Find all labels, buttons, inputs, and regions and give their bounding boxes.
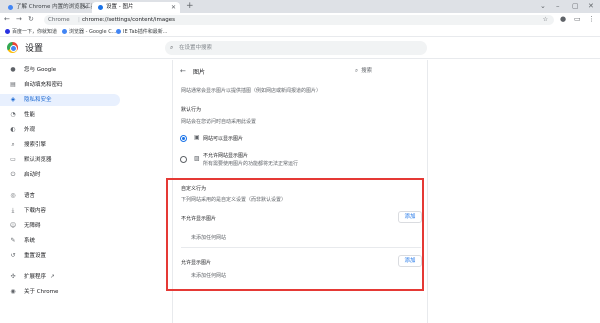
sidebar-item-languages[interactable]: ◎ 语言 xyxy=(0,190,120,202)
sidebar-item-appearance[interactable]: ◐ 外观 xyxy=(0,124,120,136)
tab-chrome-tools[interactable]: 了解 Chrome 内置的浏览器工具 ✕ xyxy=(2,2,92,13)
default-heading: 默认行为 xyxy=(181,107,202,113)
option-block-subtitle: 所有需要使用图片的功能都将无法正常运行 xyxy=(203,161,299,167)
sidebar-item-system[interactable]: ✎ 系统 xyxy=(0,235,120,247)
settings-sidebar: ● 您与 Google ▤ 自动填充和密码 ◈ 隐私和安全 ◔ 性能 ◐ 外观 ⌕ 搜索引擎… xyxy=(0,60,120,323)
settings-title: 设置 xyxy=(25,44,44,54)
sidebar-item-about[interactable]: ◉ 关于 Chrome xyxy=(0,286,120,298)
browser-icon: ▭ xyxy=(10,156,16,163)
tab-title: 设置 - 图片 xyxy=(106,4,134,10)
sidebar-item-privacy[interactable]: ◈ 隐私和安全 xyxy=(0,94,120,106)
chrome-icon: ◉ xyxy=(10,288,16,295)
image-icon: ▣ xyxy=(194,134,200,141)
menu-icon[interactable]: ⋮ xyxy=(588,15,595,23)
sidebar-item-search-engine[interactable]: ⌕ 搜索引擎 xyxy=(0,139,120,151)
profile-icon[interactable]: ● xyxy=(560,15,566,23)
tab-title: 了解 Chrome 内置的浏览器工具 xyxy=(16,4,92,10)
search-placeholder: 在设置中搜索 xyxy=(179,45,213,51)
close-icon[interactable]: ✕ xyxy=(83,2,88,13)
reset-icon: ↺ xyxy=(10,252,16,259)
reload-icon[interactable]: ↻ xyxy=(28,15,34,23)
bookmark-baidu[interactable]: 百度一下，你就知道 xyxy=(5,28,57,36)
back-arrow-icon[interactable]: ← xyxy=(180,67,186,75)
search-icon: ⌕ xyxy=(170,44,174,51)
sidebar-item-autofill[interactable]: ▤ 自动填充和密码 xyxy=(0,79,120,91)
power-icon: ⏻ xyxy=(10,171,16,178)
radio-block[interactable] xyxy=(180,156,187,163)
page-description: 网站通常会显示图片以提供插图（例如网店或新闻报道的图片） xyxy=(181,88,322,94)
shield-icon: ◈ xyxy=(10,96,16,103)
search-icon: ⌕ xyxy=(11,141,15,148)
bookmark-google[interactable]: 浏览器 - Google C... xyxy=(62,28,116,36)
autofill-icon: ▤ xyxy=(10,81,16,88)
baidu-icon xyxy=(5,28,10,34)
globe-icon: ◎ xyxy=(10,192,16,199)
palette-icon: ◐ xyxy=(10,126,16,133)
bookmarks-bar: 百度一下，你就知道 浏览器 - Google C... IE Tab插件和最新.… xyxy=(0,27,600,37)
sidebar-item-reset[interactable]: ↺ 重置设置 xyxy=(0,250,120,262)
search-icon: ⌕ xyxy=(355,68,359,74)
download-icon: ⤓ xyxy=(11,207,15,214)
tab-settings-images[interactable]: 设置 - 图片 ✕ xyxy=(92,2,180,13)
extensions-icon[interactable]: ▭ xyxy=(574,15,581,23)
sidebar-item-extensions[interactable]: ✣ 扩展程序 ↗ xyxy=(0,271,120,283)
minimize-icon[interactable]: – xyxy=(556,0,560,13)
settings-header: 设置 ⌕ 在设置中搜索 xyxy=(0,37,600,59)
page-search-input[interactable]: ⌕ 搜索 xyxy=(355,66,372,75)
sidebar-item-performance[interactable]: ◔ 性能 xyxy=(0,109,120,121)
sidebar-item-accessibility[interactable]: ☺ 无障碍 xyxy=(0,220,120,232)
default-subtitle: 网站会在您访问时自动采用此设置 xyxy=(181,119,257,125)
address-bar[interactable]: Chrome | chrome://settings/content/image… xyxy=(44,15,554,25)
close-icon[interactable]: ✕ xyxy=(171,2,176,13)
page-title: 图片 xyxy=(193,69,206,76)
sidebar-item-default-browser[interactable]: ▭ 默认浏览器 xyxy=(0,154,120,166)
sidebar-item-you-and-google[interactable]: ● 您与 Google xyxy=(0,64,120,76)
option-block-label: 不允许网站显示图片 xyxy=(203,153,249,159)
url-separator: | xyxy=(78,17,80,23)
external-link-icon: ↗ xyxy=(50,274,55,280)
option-allow-label: 网站可以显示图片 xyxy=(203,136,244,142)
google-icon xyxy=(62,28,67,34)
url-text: chrome://settings/content/images xyxy=(82,17,176,23)
tab-favicon-icon xyxy=(8,5,13,10)
wrench-icon: ✎ xyxy=(10,237,16,244)
radio-allow[interactable] xyxy=(180,135,187,142)
accessibility-icon: ☺ xyxy=(9,222,17,229)
highlight-box xyxy=(166,178,424,291)
site-label: Chrome xyxy=(48,17,70,23)
puzzle-icon: ✣ xyxy=(10,273,16,280)
forward-icon[interactable]: → xyxy=(16,15,22,23)
sidebar-item-downloads[interactable]: ⤓ 下载内容 xyxy=(0,205,120,217)
ietab-icon xyxy=(116,28,121,34)
tab-search-icon[interactable]: ⌄ xyxy=(540,0,546,13)
image-off-icon: ▨ xyxy=(194,155,200,162)
bookmark-ietab[interactable]: IE Tab插件和最新... xyxy=(116,28,167,36)
tab-strip: 了解 Chrome 内置的浏览器工具 ✕ 设置 - 图片 ✕ + ⌄ – ▢ ✕ xyxy=(0,0,600,13)
window-close-icon[interactable]: ✕ xyxy=(588,0,594,13)
settings-search-input[interactable]: ⌕ 在设置中搜索 xyxy=(165,41,427,55)
person-icon: ● xyxy=(10,66,16,73)
chrome-logo-icon xyxy=(7,42,18,53)
new-tab-icon[interactable]: + xyxy=(186,1,194,11)
settings-favicon-icon xyxy=(98,5,103,10)
browser-toolbar: ← → ↻ Chrome | chrome://settings/content… xyxy=(0,13,600,27)
speed-icon: ◔ xyxy=(10,111,16,118)
back-icon[interactable]: ← xyxy=(4,15,10,23)
sidebar-item-on-startup[interactable]: ⏻ 启动时 xyxy=(0,169,120,181)
maximize-icon[interactable]: ▢ xyxy=(572,0,579,13)
bookmark-star-icon[interactable]: ☆ xyxy=(543,15,548,25)
